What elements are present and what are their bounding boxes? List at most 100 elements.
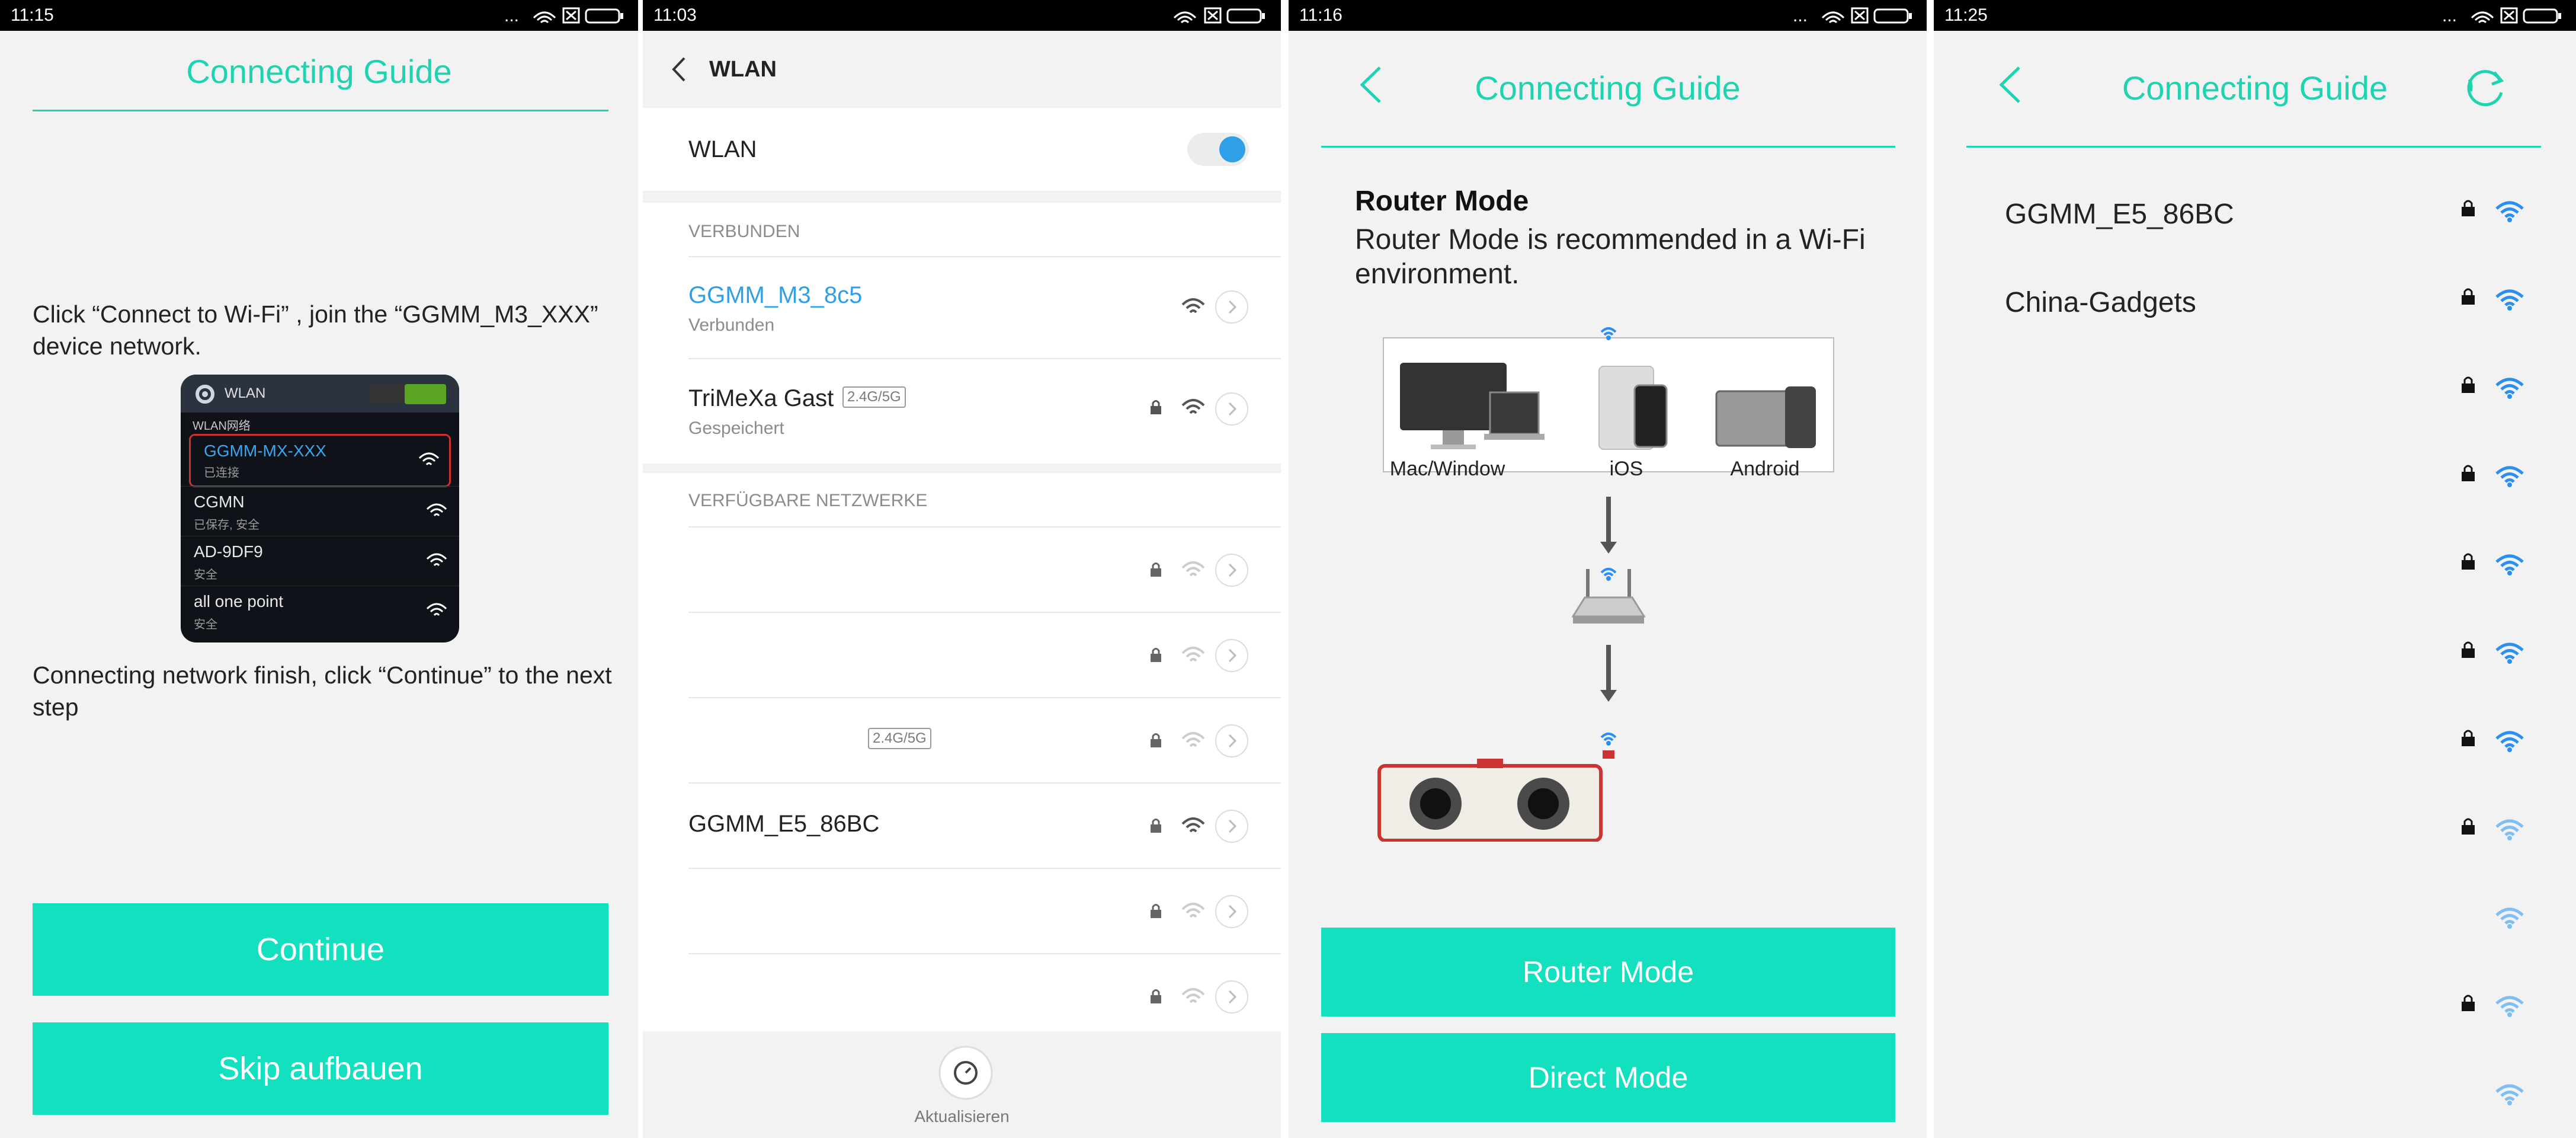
wifi-icon [426,503,447,517]
wifi-icon [426,553,447,567]
page-title: Connecting Guide [186,53,452,90]
device-label-mac: Mac/Window [1390,458,1505,480]
network-row[interactable] [1934,708,2576,796]
section-connected: VERBUNDEN [688,222,800,241]
lock-icon [2462,376,2475,393]
band-badge: 2.4G/5G [868,728,931,749]
settings-gear-icon [196,385,214,404]
router-mode-diagram: Mac/Window iOS Android [1377,327,1834,842]
status-bar: 11:16 ... [1289,0,1927,31]
details-button[interactable] [1215,724,1248,757]
wifi-icon [2495,466,2524,487]
details-button[interactable] [1215,980,1248,1014]
wifi-icon [2495,996,2524,1017]
lock-icon [1151,562,1161,577]
wlan-toggle [369,384,446,404]
refresh-label: Aktualisieren [914,1107,1010,1126]
wifi-icon [2495,554,2524,576]
network-row[interactable]: GGMM_E5_86BC [643,784,1281,869]
network-row[interactable] [643,869,1281,954]
section-available: VERFÜGBARE NETZWERKE [688,491,928,510]
lock-icon [2462,641,2475,658]
network-row[interactable] [643,954,1281,1040]
network-name: GGMM_E5_86BC [688,811,880,837]
title-underline [1966,146,2541,148]
network-row[interactable] [1934,1061,2576,1138]
wifi-icon [1181,561,1205,577]
network-row[interactable]: 2.4G/5G [643,698,1281,784]
panel-router-mode: 11:16 ... Connecting Guide Router Mode R… [1289,0,1927,1138]
router-mode-button[interactable]: Router Mode [1321,928,1895,1016]
network-row[interactable] [1934,531,2576,619]
panel-wlan-settings: 11:03 WLAN WLAN VERBUNDEN GGMM_M3_8c5 Ve… [643,0,1281,1138]
svg-text:...: ... [2442,6,2457,25]
lock-icon [1151,904,1161,918]
network-row[interactable] [643,528,1281,613]
phone-title: WLAN [225,385,266,401]
network-row[interactable] [643,613,1281,698]
continue-button[interactable]: Continue [33,903,608,996]
direct-mode-button[interactable]: Direct Mode [1321,1033,1895,1122]
connected-network-name[interactable]: GGMM_M3_8c5 [688,282,862,309]
lock-icon [2462,730,2475,746]
battery-icon [2523,8,2558,24]
phone-header: WLAN [181,375,459,413]
wlan-label: WLAN [688,136,757,162]
refresh-icon[interactable] [2459,59,2512,113]
network-row[interactable] [1934,796,2576,884]
device-label-ios: iOS [1610,458,1643,480]
details-button[interactable] [1215,895,1248,928]
network-row[interactable] [1934,619,2576,708]
lock-icon [2462,200,2475,216]
status-bar: 11:25 ... [1934,0,2576,31]
details-button[interactable] [1215,392,1248,426]
network-row[interactable]: GGMM_E5_86BC [1934,178,2576,266]
phone-screenshot: WLAN WLAN网络 GGMM-MX-XXX 已连接 CGMN 已保存, 安全… [181,375,459,642]
battery-icon [1873,8,1909,24]
back-arrow-icon[interactable] [668,55,691,84]
details-button[interactable] [1215,554,1248,587]
wifi-icon [1181,732,1205,747]
network-row[interactable] [1934,354,2576,443]
wifi-icon [2495,201,2524,222]
details-button[interactable] [1215,290,1248,324]
network-row[interactable] [1934,884,2576,973]
header-title: WLAN [709,57,777,82]
bottom-bar: Aktualisieren [643,1031,1281,1138]
network-row[interactable] [1934,443,2576,531]
wifi-icon [2495,819,2524,840]
saved-network-name[interactable]: TriMeXa Gast [688,385,834,412]
wifi-icon [1181,903,1205,918]
status-time: 11:03 [653,5,697,25]
battery-icon [585,8,620,24]
instruction-continue: Connecting network finish, click “Contin… [33,661,612,721]
wifi-icon [2495,642,2524,664]
skip-button[interactable]: Skip aufbauen [33,1022,608,1115]
wifi-icon [1821,11,1845,24]
lock-icon [2462,995,2475,1011]
wlan-toggle[interactable] [1187,133,1249,166]
network-row[interactable]: China-Gadgets [1934,266,2576,354]
wifi-icon [2495,378,2524,399]
status-time: 11:15 [11,5,54,25]
phone-network-row: all one point 安全 [181,586,459,636]
wifi-icon [1173,11,1197,24]
arrow-down-icon [1600,645,1617,702]
android-icon [1715,386,1816,448]
lock-icon [2462,465,2475,481]
status-bar: 11:03 [643,0,1281,31]
details-button[interactable] [1215,639,1248,672]
lock-icon [1151,819,1161,833]
connected-card: VERBUNDEN GGMM_M3_8c5 Verbunden TriMeXa … [643,203,1281,463]
refresh-icon[interactable] [937,1044,994,1101]
status-time: 11:25 [1944,5,1988,25]
details-button[interactable] [1215,810,1248,843]
lock-icon [1151,400,1161,414]
status-time: 11:16 [1299,5,1343,25]
wlan-toggle-row: WLAN [643,108,1281,191]
network-row[interactable] [1934,973,2576,1061]
status-icons: ... [2442,6,2561,25]
wifi-icon [2495,1084,2524,1105]
phone-network-row: CGMN 已保存, 安全 [181,486,459,536]
lock-icon [2462,818,2475,835]
